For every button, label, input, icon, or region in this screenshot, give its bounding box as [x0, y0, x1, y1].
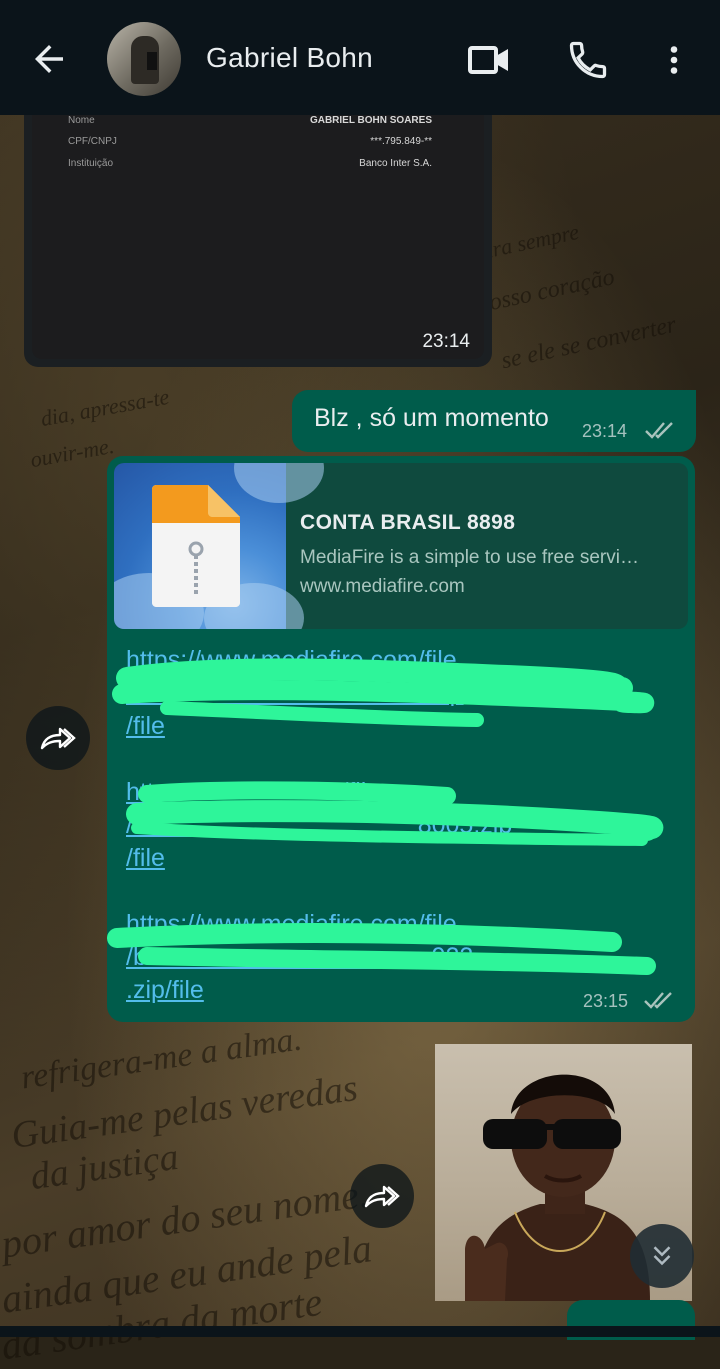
receipt-value: Banco Inter S.A.: [359, 158, 432, 169]
receipt-value: GABRIEL BOHN SOARES: [309, 115, 432, 126]
read-receipt-icon: [645, 422, 673, 439]
message-time: 23:14: [422, 331, 470, 352]
contact-avatar[interactable]: [107, 22, 181, 96]
zip-file-icon: [152, 485, 240, 607]
message-time: 23:14: [582, 421, 628, 441]
outgoing-message[interactable]: Blz , só um momento 23:14: [292, 390, 696, 452]
receipt-value: ***.795.849-**: [370, 136, 432, 147]
message-text: Blz , só um momento: [314, 404, 549, 432]
forward-icon: [40, 727, 76, 750]
link-preview-thumbnail: [114, 463, 324, 629]
more-options-icon[interactable]: [656, 38, 692, 82]
forward-button[interactable]: [350, 1164, 414, 1228]
link-preview-description: MediaFire is a simple to use free servi…: [300, 547, 639, 568]
redaction-mark: [126, 781, 664, 846]
double-chevron-down-icon: [653, 1246, 671, 1266]
chat-header: Gabriel Bohn: [0, 0, 720, 115]
contact-name[interactable]: Gabriel Bohn: [206, 42, 373, 74]
scroll-to-bottom-button[interactable]: [630, 1224, 694, 1288]
receipt-label: CPF/CNPJ: [68, 136, 117, 147]
compose-bar: [0, 1326, 720, 1337]
link-preview-domain: www.mediafire.com: [300, 576, 465, 597]
back-arrow-icon[interactable]: [28, 38, 70, 80]
message-time: 23:15: [583, 991, 629, 1011]
receipt-label: Nome: [68, 115, 95, 126]
redaction-mark: [107, 923, 656, 975]
receipt-image-message[interactable]: Nome GABRIEL BOHN SOARES CPF/CNPJ ***.79…: [24, 115, 492, 367]
read-receipt-icon: [644, 992, 672, 1009]
outgoing-link-message[interactable]: CONTA BRASIL 8898 MediaFire is a simple …: [107, 456, 695, 1022]
redaction-mark: [112, 658, 655, 727]
forward-button[interactable]: [26, 706, 90, 770]
link-preview-title: CONTA BRASIL 8898: [300, 511, 516, 534]
voice-call-icon[interactable]: [566, 38, 610, 82]
receipt-label: Instituição: [68, 158, 114, 169]
receipt-image: Nome GABRIEL BOHN SOARES CPF/CNPJ ***.79…: [32, 115, 484, 359]
video-call-icon[interactable]: [466, 36, 514, 84]
link-preview-card[interactable]: CONTA BRASIL 8898 MediaFire is a simple …: [114, 463, 688, 629]
forward-icon: [364, 1185, 400, 1208]
